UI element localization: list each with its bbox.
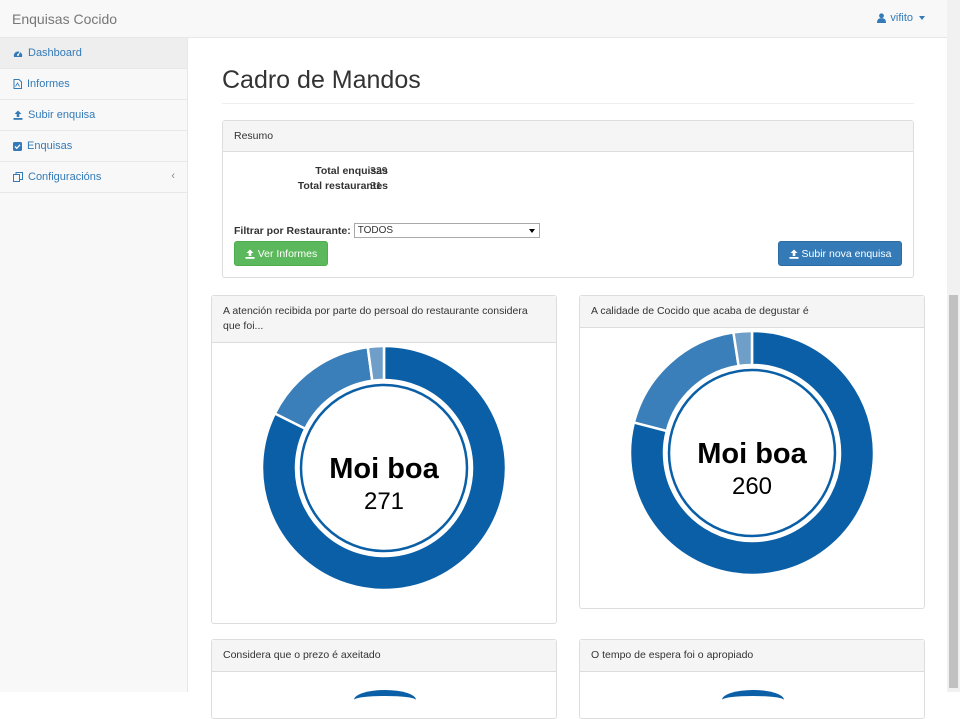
sidebar-item-label: Subir enquisa	[28, 109, 96, 121]
user-icon	[877, 13, 887, 23]
donut-center-value: 260	[732, 473, 772, 500]
view-reports-button[interactable]: Ver Informes	[234, 241, 328, 266]
donut-center-label: Moi boa	[697, 438, 807, 470]
sidebar-item-label: Dashboard	[28, 47, 82, 59]
upload-survey-label: Subir nova enquisa	[801, 247, 892, 260]
caret-down-icon	[919, 16, 925, 20]
chart-question: A calidade de Cocido que acaba de degust…	[580, 296, 924, 328]
sidebar-item-dashboard[interactable]: Dashboard	[0, 38, 187, 69]
donut-segment[interactable]	[273, 345, 374, 431]
donut-segment[interactable]	[632, 330, 741, 433]
check-square-icon	[13, 141, 22, 151]
donut-chart-partial	[354, 690, 416, 710]
summary-panel: Resumo Total enquisas 329 Total restaura…	[222, 120, 914, 278]
file-pdf-icon	[13, 79, 22, 89]
donut-center-label: Moi boa	[329, 453, 439, 485]
sidebar-item-informes[interactable]: Informes	[0, 69, 187, 100]
summary-heading: Resumo	[223, 121, 913, 152]
donut-center-value: 271	[364, 488, 404, 515]
upload-icon	[789, 249, 799, 259]
brand[interactable]: Enquisas Cocido	[12, 11, 117, 27]
chart-panel-price: Considera que o prezo é axeitado	[211, 639, 557, 719]
chart-panel-wait-time: O tempo de espera foi o apropiado	[579, 639, 925, 719]
filter-label: Filtrar por Restaurante:	[234, 224, 351, 237]
sidebar: Dashboard Informes Subir enquisa Enquisa…	[0, 38, 188, 692]
chevron-left-icon[interactable]: ‹	[171, 170, 175, 182]
chart-panel-attention: A atención recibida por parte do persoal…	[211, 295, 557, 624]
upload-icon	[245, 249, 255, 259]
chart-question: Considera que o prezo é axeitado	[212, 640, 556, 672]
chart-panel-quality: A calidade de Cocido que acaba de degust…	[579, 295, 925, 609]
page-title: Cadro de Mandos	[222, 66, 421, 94]
scrollbar[interactable]	[947, 0, 960, 692]
restaurant-filter: Filtrar por Restaurante: TODOS	[234, 223, 540, 238]
donut-chart-partial	[722, 690, 784, 710]
scrollbar-thumb[interactable]	[949, 295, 958, 688]
sidebar-item-subir-enquisa[interactable]: Subir enquisa	[0, 100, 187, 131]
upload-icon	[13, 110, 23, 120]
stat-value: 329	[370, 165, 388, 177]
user-name: vifito	[890, 12, 913, 24]
donut-chart: Moi boa 260	[628, 329, 876, 577]
sidebar-item-label: Enquisas	[27, 140, 73, 152]
top-navbar: Enquisas Cocido vifito	[0, 0, 947, 38]
copy-icon	[13, 172, 23, 182]
sidebar-item-label: Informes	[27, 78, 70, 90]
chart-question: A atención recibida por parte do persoal…	[212, 296, 556, 343]
sidebar-item-label: Configuracións	[28, 171, 102, 183]
sidebar-item-configuracions[interactable]: Configuracións ‹	[0, 162, 187, 193]
stat-value: 31	[370, 180, 382, 192]
title-divider	[222, 103, 914, 104]
dropdown-arrow-icon	[528, 229, 535, 233]
donut-chart: Moi boa 271	[260, 344, 508, 592]
chart-question: O tempo de espera foi o apropiado	[580, 640, 924, 672]
main-content: Cadro de Mandos Resumo Total enquisas 32…	[188, 38, 947, 719]
restaurant-select[interactable]: TODOS	[353, 223, 540, 238]
upload-survey-button[interactable]: Subir nova enquisa	[778, 241, 902, 266]
user-menu[interactable]: vifito	[877, 12, 925, 24]
sidebar-item-enquisas[interactable]: Enquisas	[0, 131, 187, 162]
dashboard-icon	[13, 51, 23, 57]
view-reports-label: Ver Informes	[257, 247, 318, 260]
restaurant-select-value: TODOS	[357, 225, 394, 236]
